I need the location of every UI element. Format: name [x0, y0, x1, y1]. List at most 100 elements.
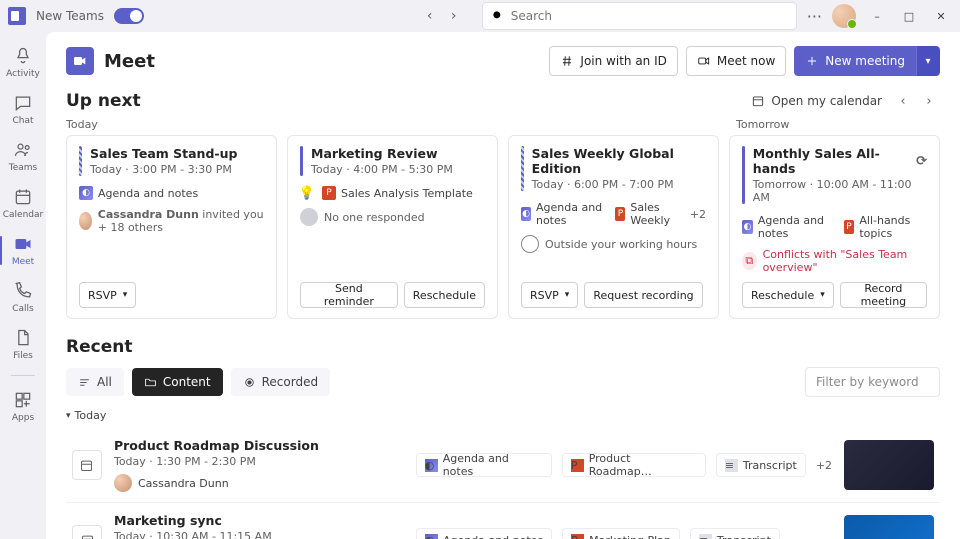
- join-with-id-button[interactable]: Join with an ID: [549, 46, 677, 76]
- rail-files[interactable]: Files: [0, 322, 46, 367]
- recent-item[interactable]: Product Roadmap Discussion Today · 1:30 …: [66, 428, 940, 503]
- transcript-attachment[interactable]: ≡Transcript: [690, 528, 780, 539]
- history-nav: ‹ ›: [420, 6, 464, 26]
- more-count: +2: [690, 208, 706, 221]
- ppt-attachment[interactable]: PProduct Roadmap…: [562, 453, 706, 477]
- main-content: Meet Join with an ID Meet now New meetin…: [46, 32, 960, 539]
- powerpoint-icon: P: [844, 220, 855, 234]
- calendar-next-button[interactable]: ›: [918, 90, 940, 112]
- agenda-attachment[interactable]: ◐Agenda and notes: [416, 528, 552, 539]
- loop-icon: ◐: [79, 186, 93, 200]
- meeting-time: Today · 3:00 PM - 3:30 PM: [90, 163, 237, 176]
- plus-icon: [805, 54, 819, 68]
- new-meeting-split-button: New meeting ▾: [794, 46, 940, 76]
- rail-activity[interactable]: Activity: [0, 40, 46, 85]
- search-input[interactable]: [511, 9, 788, 23]
- video-icon: [697, 54, 711, 68]
- loop-icon: ◐: [425, 459, 438, 472]
- powerpoint-icon: P: [322, 186, 336, 200]
- new-meeting-caret[interactable]: ▾: [916, 46, 940, 76]
- day-label-tomorrow: Tomorrow: [736, 118, 789, 131]
- forward-button[interactable]: ›: [444, 6, 464, 26]
- filter-content[interactable]: Content: [132, 368, 223, 396]
- recent-time: Today · 10:30 AM - 11:15 AM: [114, 530, 404, 539]
- loop-icon: ◐: [425, 534, 438, 539]
- meet-now-button[interactable]: Meet now: [686, 46, 786, 76]
- accepted-accent: [300, 146, 303, 176]
- agenda-chip[interactable]: ◐Agenda and notes: [79, 186, 198, 200]
- recent-time: Today · 1:30 PM - 2:30 PM: [114, 455, 404, 468]
- calendar-icon: [751, 94, 765, 108]
- recent-item[interactable]: Marketing sync Today · 10:30 AM - 11:15 …: [66, 503, 940, 539]
- transcript-icon: ≡: [725, 459, 738, 472]
- filter-recorded[interactable]: Recorded: [231, 368, 330, 396]
- record-icon: [243, 376, 256, 389]
- calendar-prev-button[interactable]: ‹: [892, 90, 914, 112]
- teams-logo-icon: [8, 7, 26, 25]
- meeting-time: Today · 6:00 PM - 7:00 PM: [532, 178, 706, 191]
- attachment-chip[interactable]: PSales Weekly: [615, 201, 681, 227]
- loop-icon: ◐: [521, 207, 531, 221]
- transcript-icon: ≡: [699, 534, 712, 539]
- reschedule-button[interactable]: Reschedule: [404, 282, 485, 308]
- meeting-card[interactable]: Monthly Sales All-hands⟳ Tomorrow · 10:0…: [729, 135, 940, 319]
- upnext-cards: Sales Team Stand-up Today · 3:00 PM - 3:…: [66, 135, 940, 319]
- back-button[interactable]: ‹: [420, 6, 440, 26]
- meeting-time: Today · 4:00 PM - 5:30 PM: [311, 163, 453, 176]
- send-reminder-button[interactable]: Send reminder: [300, 282, 398, 308]
- filter-all[interactable]: All: [66, 368, 124, 396]
- window-close-button[interactable]: ✕: [930, 5, 952, 27]
- rail-meet[interactable]: Meet: [0, 228, 46, 273]
- new-teams-label: New Teams: [36, 9, 104, 23]
- rail-teams[interactable]: Teams: [0, 134, 46, 179]
- meeting-card[interactable]: Marketing Review Today · 4:00 PM - 5:30 …: [287, 135, 498, 319]
- window-maximize-button[interactable]: □: [898, 5, 920, 27]
- rail-calendar[interactable]: Calendar: [0, 181, 46, 226]
- agenda-attachment[interactable]: ◐Agenda and notes: [416, 453, 552, 477]
- recording-thumbnail[interactable]: [844, 515, 934, 539]
- window-minimize-button[interactable]: –: [866, 5, 888, 27]
- new-meeting-button[interactable]: New meeting: [794, 46, 916, 76]
- recent-heading: Recent: [66, 337, 940, 357]
- filter-keyword-input[interactable]: Filter by keyword: [805, 367, 940, 397]
- avatar-icon: [79, 212, 92, 230]
- warning-icon: ⧉: [742, 252, 757, 270]
- user-avatar[interactable]: [832, 4, 856, 28]
- meeting-card[interactable]: Sales Team Stand-up Today · 3:00 PM - 3:…: [66, 135, 277, 319]
- rail-chat[interactable]: Chat: [0, 87, 46, 132]
- attachment-chip[interactable]: PSales Analysis Template: [322, 186, 473, 200]
- open-calendar-link[interactable]: Open my calendar: [751, 94, 882, 108]
- avatar-icon: [114, 474, 132, 492]
- transcript-attachment[interactable]: ≡Transcript: [716, 453, 806, 477]
- title-bar: New Teams ‹ › ··· – □ ✕: [0, 0, 960, 32]
- rsvp-button[interactable]: RSVP▾: [521, 282, 578, 308]
- recording-thumbnail[interactable]: [844, 440, 934, 490]
- request-recording-button[interactable]: Request recording: [584, 282, 702, 308]
- more-options-button[interactable]: ···: [807, 7, 822, 26]
- ppt-attachment[interactable]: PMarketing Plan: [562, 528, 680, 539]
- recurring-icon: ⟳: [916, 154, 927, 169]
- invite-row: Cassandra Dunn invited you + 18 others: [79, 208, 264, 234]
- agenda-chip[interactable]: ◐Agenda and notes: [742, 214, 836, 240]
- meeting-title: Sales Team Stand-up: [90, 146, 237, 161]
- tentative-accent: [79, 146, 82, 176]
- agenda-chip[interactable]: ◐Agenda and notes: [521, 201, 607, 227]
- record-meeting-button[interactable]: Record meeting: [840, 282, 927, 308]
- search-icon: [491, 9, 505, 23]
- meeting-title: Sales Weekly Global Edition: [532, 146, 706, 176]
- meeting-card[interactable]: Sales Weekly Global Edition Today · 6:00…: [508, 135, 719, 319]
- attachment-chip[interactable]: PAll-hands topics: [844, 214, 927, 240]
- reschedule-button[interactable]: Reschedule▾: [742, 282, 834, 308]
- folder-icon: [144, 376, 157, 389]
- rail-calls[interactable]: Calls: [0, 275, 46, 320]
- search-box[interactable]: [482, 2, 797, 30]
- rsvp-button[interactable]: RSVP▾: [79, 282, 136, 308]
- accepted-accent: [742, 146, 745, 204]
- recent-title: Product Roadmap Discussion: [114, 438, 404, 453]
- up-next-heading: Up next: [66, 91, 141, 111]
- calendar-icon: [72, 450, 102, 480]
- rail-apps[interactable]: Apps: [0, 384, 46, 429]
- new-teams-toggle[interactable]: [114, 8, 144, 24]
- group-today[interactable]: ▾Today: [66, 409, 940, 422]
- attachment-chip[interactable]: 💡: [300, 186, 314, 200]
